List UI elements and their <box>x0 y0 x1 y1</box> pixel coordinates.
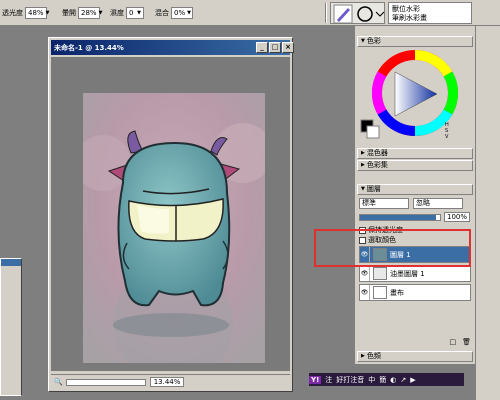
layer-opacity-field[interactable]: 100% <box>444 212 471 222</box>
channels-panel-header[interactable]: ▶ 色頻 <box>357 351 473 362</box>
layer-row-3[interactable]: 👁 畫布 <box>359 284 471 301</box>
color-sets-panel-title: 色彩集 <box>366 161 388 169</box>
opacity-label: 透光度 <box>2 9 23 17</box>
ime-item-6[interactable]: ↗ <box>400 376 406 384</box>
brush-icon <box>333 4 385 24</box>
wetness-control: 濕度 0 ▼ <box>110 7 144 19</box>
artwork-canvas[interactable] <box>83 93 265 363</box>
document-window: 未命名-1 @ 13.44% _ □ × 🔍 13.44% <box>48 37 294 392</box>
highlight-box <box>314 229 471 267</box>
wetness-label: 濕度 <box>110 9 124 17</box>
ime-item-2[interactable]: 好打注音 <box>336 375 364 385</box>
right-panels: ▼ 色彩 H S V ▶ 混色器 ▶ 色彩集 ▼ 圖層 標準 忽略 100% 保… <box>355 26 475 364</box>
brush-variant-list[interactable]: 獸位水彩 筆刷水彩畫 <box>388 2 472 24</box>
wetness-field[interactable]: 0 ▼ <box>126 7 144 19</box>
blur-label: 暈開 <box>62 9 76 17</box>
layer-name: 畫布 <box>390 288 404 297</box>
brush-variant-2[interactable]: 筆刷水彩畫 <box>392 14 468 23</box>
color-sets-panel-header[interactable]: ▶ 色彩集 <box>357 160 473 171</box>
toolbar-divider <box>325 3 327 23</box>
layer-opacity-slider[interactable] <box>359 213 441 221</box>
options-bar: 透光度 48% ▼ 暈開 28% ▼ 濕度 0 ▼ 混合 0% ▼ 獸位水彩 筆刷水彩畫 <box>0 0 500 26</box>
left-panel-title-bar[interactable] <box>1 259 21 266</box>
zoom-field[interactable]: 13.44% <box>149 377 185 387</box>
left-panel <box>0 258 22 396</box>
color-wheel[interactable] <box>357 48 473 146</box>
brush-selector[interactable] <box>330 2 385 24</box>
workspace-scrollbar[interactable] <box>476 26 500 400</box>
document-title-bar[interactable]: 未命名-1 @ 13.44% _ □ × <box>51 40 294 55</box>
composite-select[interactable]: 忽略 <box>413 198 463 209</box>
document-status-bar: 🔍 13.44% <box>51 374 290 389</box>
close-button[interactable]: × <box>282 42 294 53</box>
layers-panel-header[interactable]: ▼ 圖層 <box>357 184 473 195</box>
blur-control: 暈開 28% ▼ <box>62 7 102 19</box>
visibility-eye-icon[interactable]: 👁 <box>360 266 370 281</box>
color-panel: H S V <box>357 48 473 146</box>
color-readout: H S V <box>445 122 449 140</box>
canvas-area[interactable] <box>51 57 290 371</box>
mix-field[interactable]: 0% ▼ <box>171 7 193 19</box>
mix-label: 混合 <box>155 9 169 17</box>
mix-control: 混合 0% ▼ <box>155 7 193 19</box>
mixer-panel-title: 混色器 <box>366 149 388 157</box>
color-panel-title: 色彩 <box>366 37 381 45</box>
zoom-icon[interactable]: 🔍 <box>54 378 63 386</box>
layer-actions: □ 🗑 <box>359 338 471 348</box>
blur-field[interactable]: 28% ▼ <box>78 7 102 19</box>
zoom-slider[interactable] <box>65 378 146 386</box>
new-layer-icon[interactable]: □ <box>449 338 456 348</box>
brush-variant-1[interactable]: 獸位水彩 <box>392 5 468 14</box>
delete-layer-icon[interactable]: 🗑 <box>462 338 471 348</box>
layer-name: 油墨圖層 1 <box>390 269 425 278</box>
opacity-field[interactable]: 48% ▼ <box>25 7 49 19</box>
color-panel-header[interactable]: ▼ 色彩 <box>357 36 473 47</box>
ime-item-3[interactable]: 中 <box>368 375 375 385</box>
maximize-button[interactable]: □ <box>269 42 281 53</box>
yahoo-logo[interactable]: Y! <box>309 375 322 384</box>
document-title: 未命名-1 @ 13.44% <box>54 43 124 52</box>
layer-blend-row: 標準 忽略 <box>359 198 471 209</box>
layer-row-2[interactable]: 👁 油墨圖層 1 <box>359 265 471 282</box>
ime-item-1[interactable]: 注 <box>325 375 332 385</box>
blend-mode-select[interactable]: 標準 <box>359 198 409 209</box>
layer-opacity-row: 100% <box>359 212 471 222</box>
channels-panel-title: 色頻 <box>366 352 381 360</box>
layer-thumbnail <box>373 286 387 299</box>
ime-taskbar: Y! 注 好打注音 中 簡 ◐ ↗ ▶ <box>309 373 464 386</box>
layer-thumbnail <box>373 267 387 280</box>
ime-item-4[interactable]: 簡 <box>379 375 386 385</box>
visibility-eye-icon[interactable]: 👁 <box>360 285 370 300</box>
ime-item-5[interactable]: ◐ <box>390 376 396 384</box>
opacity-control: 透光度 48% ▼ <box>2 7 49 19</box>
ime-item-7[interactable]: ▶ <box>410 376 415 384</box>
mixer-panel-header[interactable]: ▶ 混色器 <box>357 148 473 159</box>
minimize-button[interactable]: _ <box>256 42 268 53</box>
layers-panel-title: 圖層 <box>366 185 381 193</box>
